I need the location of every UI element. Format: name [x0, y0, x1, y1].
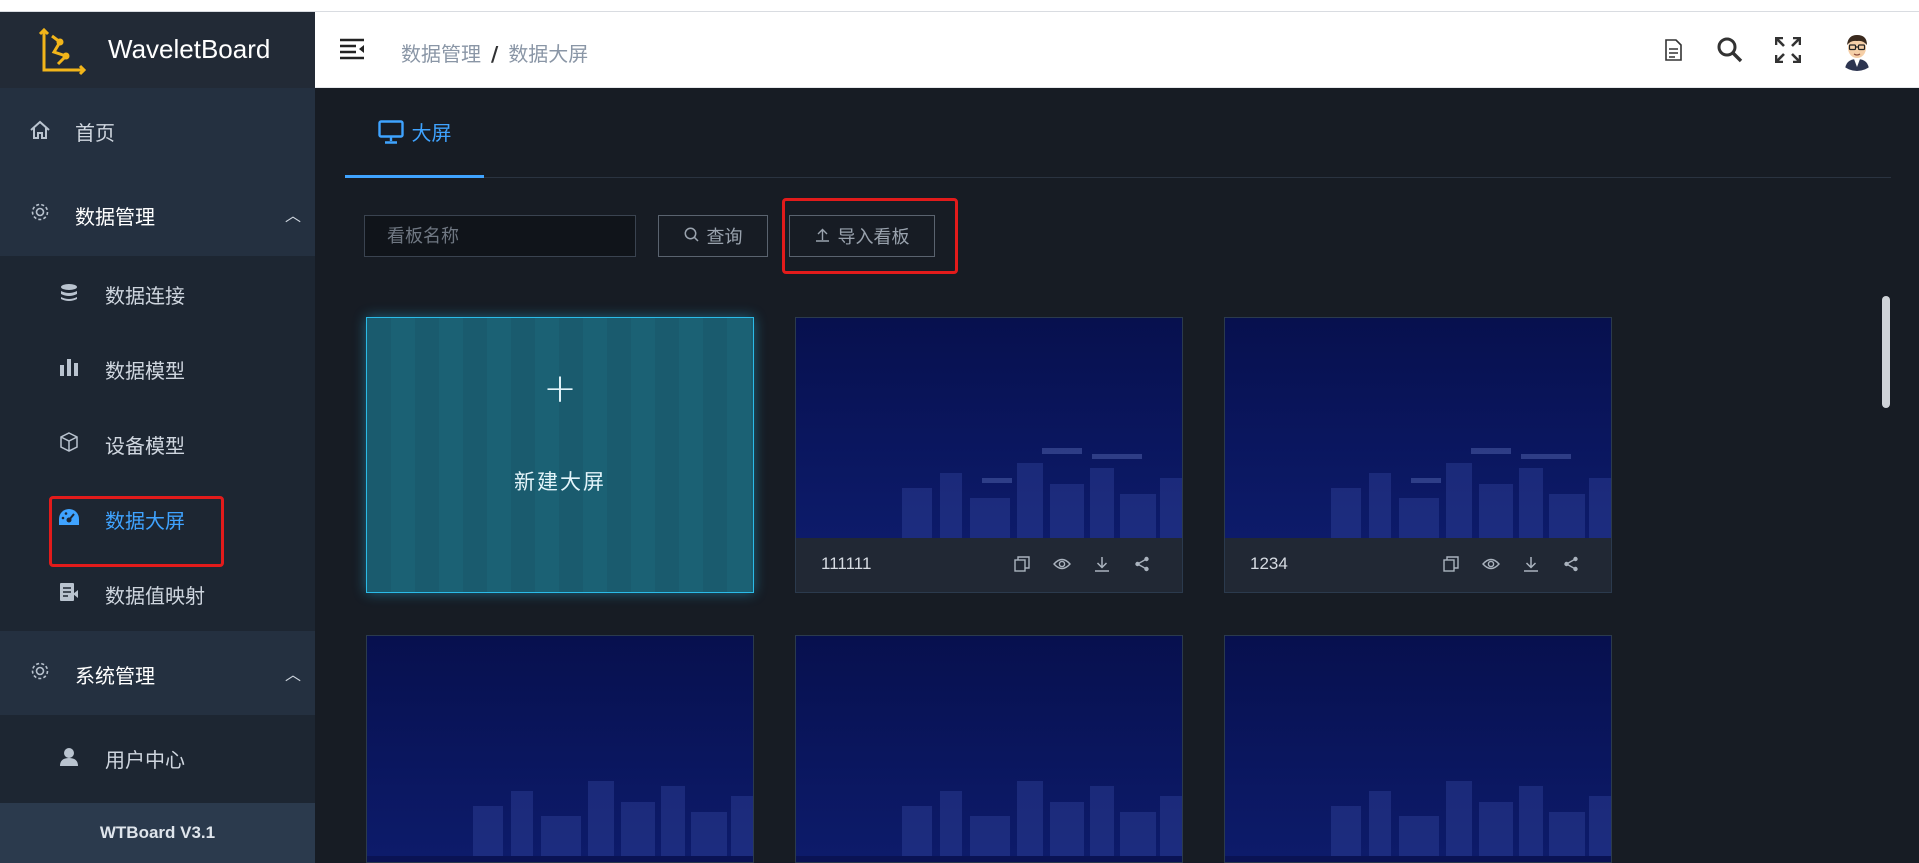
share-icon[interactable]: [1132, 554, 1152, 574]
download-icon[interactable]: [1092, 554, 1112, 574]
city-graphic: [902, 448, 1182, 538]
breadcrumb-item[interactable]: 数据管理: [401, 42, 481, 66]
sidebar-item-device-model[interactable]: 设备模型: [0, 406, 315, 481]
header: 数据管理 / 数据大屏: [315, 12, 1919, 88]
city-graphic: [1331, 448, 1611, 538]
monitor-icon: [377, 119, 404, 144]
tab-screen[interactable]: 大屏: [345, 88, 484, 178]
sidebar-item-label: 数据管理: [75, 205, 155, 229]
top-strip: [0, 0, 1919, 12]
copy-icon[interactable]: [1441, 554, 1461, 574]
document-icon[interactable]: [1659, 36, 1687, 64]
sidebar-item-label: 数据大屏: [105, 509, 185, 533]
city-graphic: [473, 781, 753, 856]
cube-icon: [58, 431, 80, 453]
vertical-scrollbar[interactable]: [1882, 296, 1890, 408]
tab-bar: 大屏: [345, 88, 1891, 178]
home-icon: [28, 118, 52, 142]
card-actions: [1441, 554, 1581, 574]
sidebar-item-label: 数据连接: [105, 284, 185, 308]
board-name-search-input[interactable]: [364, 215, 636, 257]
new-screen-label: 新建大屏: [514, 470, 606, 494]
screen-card[interactable]: [366, 635, 754, 863]
new-screen-card[interactable]: + 新建大屏: [366, 317, 754, 593]
version-label: WTBoard V3.1: [0, 803, 315, 863]
gear-icon: [28, 659, 52, 683]
search-icon: [684, 227, 699, 246]
bar-chart-icon: [58, 356, 80, 378]
card-actions: [1012, 554, 1152, 574]
avatar[interactable]: [1836, 29, 1878, 71]
submenu-system-management: 用户中心: [0, 715, 315, 803]
screen-card[interactable]: 1234: [1224, 317, 1612, 593]
sidebar-item-data-connection[interactable]: 数据连接: [0, 256, 315, 331]
query-button-label: 查询: [706, 227, 743, 248]
fullscreen-icon[interactable]: [1774, 36, 1802, 64]
share-icon[interactable]: [1561, 554, 1581, 574]
sidebar: WaveletBoard 首页 数据管理 ︿ 数据连接 数据模型 设备模型 数据…: [0, 12, 315, 863]
chevron-up-icon: ︿: [284, 206, 301, 225]
copy-icon[interactable]: [1012, 554, 1032, 574]
app-name: WaveletBoard: [108, 34, 271, 64]
city-graphic: [902, 781, 1182, 856]
screen-thumbnail: [796, 318, 1182, 538]
logo-area[interactable]: WaveletBoard: [0, 12, 315, 88]
sidebar-item-value-mapping[interactable]: 数据值映射: [0, 556, 315, 631]
sidebar-item-label: 用户中心: [105, 748, 185, 772]
preview-icon[interactable]: [1052, 554, 1072, 574]
screen-thumbnail: [1225, 636, 1611, 856]
card-title: 1234: [1250, 554, 1288, 573]
user-icon: [58, 746, 80, 768]
dashboard-icon: [58, 506, 80, 528]
card-footer: 111111: [796, 538, 1182, 592]
sidebar-item-system-management[interactable]: 系统管理 ︿: [0, 631, 315, 715]
sidebar-item-label: 设备模型: [105, 434, 185, 458]
query-button[interactable]: 查询: [658, 215, 768, 257]
screen-thumbnail: [796, 636, 1182, 856]
preview-icon[interactable]: [1481, 554, 1501, 574]
tab-label: 大屏: [411, 121, 452, 145]
screen-thumbnail: [1225, 318, 1611, 538]
sidebar-item-data-screen[interactable]: 数据大屏: [0, 481, 315, 556]
card-title: 111111: [821, 554, 872, 573]
chevron-up-icon: ︿: [284, 665, 301, 684]
sidebar-item-label: 首页: [75, 121, 115, 145]
gear-icon: [28, 200, 52, 224]
database-icon: [58, 282, 80, 304]
sidebar-item-label: 数据模型: [105, 359, 185, 383]
menu-toggle-icon[interactable]: [339, 38, 365, 60]
sidebar-item-data-model[interactable]: 数据模型: [0, 331, 315, 406]
import-board-button[interactable]: 导入看板: [789, 215, 935, 257]
submenu-data-management: 数据连接 数据模型 设备模型 数据大屏 数据值映射: [0, 256, 315, 631]
sidebar-item-data-management[interactable]: 数据管理 ︿: [0, 172, 315, 256]
sidebar-item-label: 数据值映射: [105, 584, 205, 608]
breadcrumb: 数据管理 / 数据大屏: [401, 42, 589, 66]
screen-card[interactable]: [795, 635, 1183, 863]
screen-card[interactable]: 111111: [795, 317, 1183, 593]
download-icon[interactable]: [1521, 554, 1541, 574]
sidebar-item-user-center[interactable]: 用户中心: [0, 720, 315, 795]
card-footer: 1234: [1225, 538, 1611, 592]
sidebar-item-label: 系统管理: [75, 664, 155, 688]
upload-icon: [815, 227, 830, 246]
logo-icon: [38, 27, 87, 76]
screen-card[interactable]: [1224, 635, 1612, 863]
plus-icon: +: [543, 366, 577, 412]
search-icon[interactable]: [1716, 36, 1744, 64]
mapping-icon: [58, 581, 80, 603]
breadcrumb-item-current: 数据大屏: [508, 42, 589, 66]
import-board-button-label: 导入看板: [837, 227, 910, 248]
city-graphic: [1331, 781, 1611, 856]
screen-thumbnail: [367, 636, 753, 856]
sidebar-item-home[interactable]: 首页: [0, 88, 315, 172]
